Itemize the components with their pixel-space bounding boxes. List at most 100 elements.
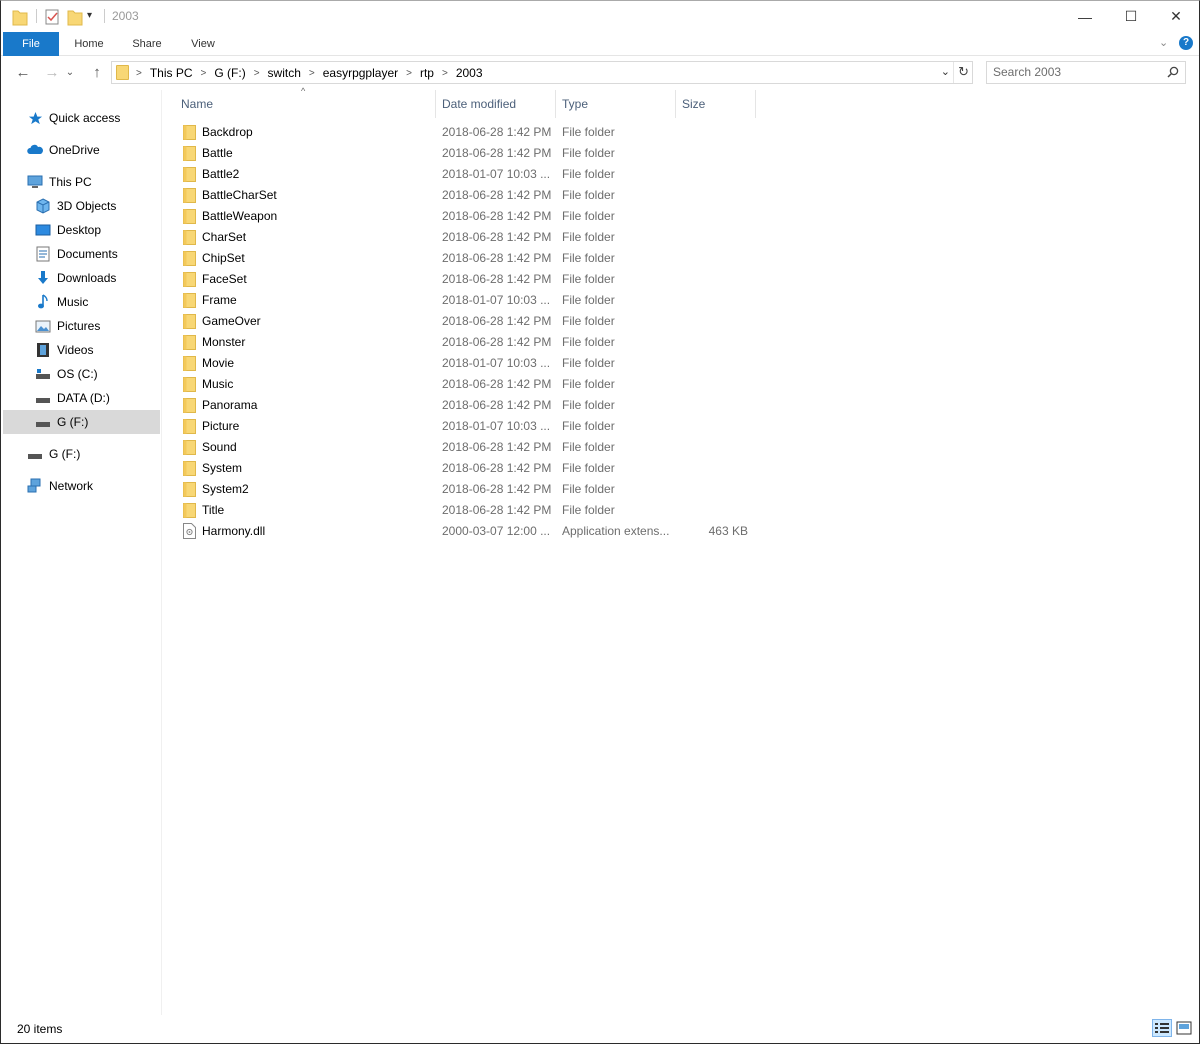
file-row[interactable]: Title 2018-06-28 1:42 PM File folder	[177, 500, 757, 521]
status-bar: 20 items	[1, 1015, 1199, 1043]
column-header-name[interactable]: Name	[175, 90, 436, 118]
new-folder-icon[interactable]	[67, 8, 83, 26]
breadcrumb-separator[interactable]: >	[406, 68, 412, 79]
file-row[interactable]: BattleWeapon 2018-06-28 1:42 PM File folde…	[177, 206, 757, 227]
file-row[interactable]: Sound 2018-06-28 1:42 PM File folder	[177, 437, 757, 458]
tab-home[interactable]: Home	[63, 32, 115, 56]
breadcrumb-separator[interactable]: >	[254, 68, 260, 79]
file-row[interactable]: Battle 2018-06-28 1:42 PM File folder	[177, 143, 757, 164]
tab-view[interactable]: View	[179, 32, 227, 56]
breadcrumb-separator[interactable]: >	[309, 68, 315, 79]
minimize-button[interactable]: —	[1062, 1, 1108, 32]
sidebar-item-downloads[interactable]: Downloads	[3, 266, 160, 290]
sidebar-item-onedrive[interactable]: OneDrive	[3, 138, 160, 162]
address-bar[interactable]: > This PC > G (F:) > switch > easyrpgpla…	[111, 61, 973, 84]
details-view-button[interactable]	[1152, 1019, 1172, 1037]
file-row[interactable]: ChipSet 2018-06-28 1:42 PM File folder	[177, 248, 757, 269]
breadcrumb-easyrpgplayer[interactable]: easyrpgplayer	[323, 66, 398, 80]
sidebar-item-documents[interactable]: Documents	[3, 242, 160, 266]
breadcrumb-switch[interactable]: switch	[268, 66, 301, 80]
breadcrumb-separator[interactable]: >	[442, 68, 448, 79]
address-dropdown-icon[interactable]: ⌄	[941, 65, 950, 78]
recent-locations-button[interactable]: ⌄	[63, 63, 77, 83]
file-row[interactable]: FaceSet 2018-06-28 1:42 PM File folder	[177, 269, 757, 290]
customize-toolbar-icon[interactable]: ▾	[87, 10, 92, 28]
sidebar-item-data-d[interactable]: DATA (D:)	[3, 386, 160, 410]
sidebar-item-network[interactable]: Network	[3, 474, 160, 498]
folder-icon	[183, 209, 196, 224]
maximize-button[interactable]: ☐	[1108, 1, 1154, 32]
file-name: Battle2	[202, 167, 240, 181]
folder-icon	[183, 377, 196, 392]
file-row[interactable]: CharSet 2018-06-28 1:42 PM File folder	[177, 227, 757, 248]
sidebar-item-os-c[interactable]: OS (C:)	[3, 362, 160, 386]
breadcrumb-g-drive[interactable]: G (F:)	[214, 66, 245, 80]
file-row[interactable]: Picture 2018-01-07 10:03 ... File folder	[177, 416, 757, 437]
breadcrumb: > This PC > G (F:) > switch > easyrpgpla…	[136, 66, 483, 80]
breadcrumb-rtp[interactable]: rtp	[420, 66, 434, 80]
file-row[interactable]: Monster 2018-06-28 1:42 PM File folder	[177, 332, 757, 353]
close-button[interactable]: ✕	[1153, 1, 1199, 32]
file-row[interactable]: Harmony.dll 2000-03-07 12:00 ... Applicati…	[177, 521, 757, 542]
column-header-date-modified[interactable]: Date modified	[436, 90, 556, 118]
file-type: File folder	[562, 461, 615, 475]
column-header-type[interactable]: Type	[556, 90, 676, 118]
large-icons-view-button[interactable]	[1174, 1019, 1194, 1037]
file-row[interactable]: Battle2 2018-01-07 10:03 ... File folder	[177, 164, 757, 185]
file-date-modified: 2018-01-07 10:03 ...	[442, 419, 551, 433]
navigation-pane: Quick access OneDrive This PC 3D Objects…	[1, 90, 162, 1015]
refresh-icon[interactable]: ↻	[958, 64, 969, 80]
sidebar-item-3d-objects[interactable]: 3D Objects	[3, 194, 160, 218]
file-type: File folder	[562, 272, 615, 286]
sidebar-item-label: Downloads	[57, 271, 117, 285]
sidebar-item-label: This PC	[49, 175, 92, 189]
search-icon[interactable]	[1167, 66, 1179, 78]
file-row[interactable]: BattleCharSet 2018-06-28 1:42 PM File fold…	[177, 185, 757, 206]
tab-file[interactable]: File	[3, 32, 59, 56]
properties-icon[interactable]	[44, 8, 60, 26]
network-icon	[27, 478, 43, 494]
help-icon[interactable]: ?	[1179, 36, 1193, 50]
sidebar-item-g-drive[interactable]: G (F:)	[3, 410, 160, 434]
sidebar-item-this-pc[interactable]: This PC	[3, 170, 160, 194]
file-row[interactable]: Panorama 2018-06-28 1:42 PM File folder	[177, 395, 757, 416]
forward-button[interactable]: →	[41, 63, 63, 83]
column-header-size[interactable]: Size	[676, 90, 756, 118]
breadcrumb-separator[interactable]: >	[136, 68, 142, 79]
folder-icon	[183, 503, 196, 518]
breadcrumb-separator[interactable]: >	[201, 68, 207, 79]
file-row[interactable]: Movie 2018-01-07 10:03 ... File folder	[177, 353, 757, 374]
file-size: 463 KB	[708, 524, 748, 538]
search-box[interactable]	[986, 61, 1186, 84]
file-name: Picture	[202, 419, 240, 433]
folder-icon	[183, 461, 196, 476]
breadcrumb-this-pc[interactable]: This PC	[150, 66, 193, 80]
sidebar-item-videos[interactable]: Videos	[3, 338, 160, 362]
file-type: File folder	[562, 293, 615, 307]
file-row[interactable]: Backdrop 2018-06-28 1:42 PM File folder	[177, 122, 757, 143]
file-name: Monster	[202, 335, 246, 349]
sidebar-item-pictures[interactable]: Pictures	[3, 314, 160, 338]
sidebar-item-g-drive-root[interactable]: G (F:)	[3, 442, 160, 466]
file-row[interactable]: GameOver 2018-06-28 1:42 PM File folder	[177, 311, 757, 332]
back-button[interactable]: ←	[12, 63, 34, 83]
sidebar-item-desktop[interactable]: Desktop	[3, 218, 160, 242]
file-row[interactable]: Music 2018-06-28 1:42 PM File folder	[177, 374, 757, 395]
folder-icon	[183, 251, 196, 266]
expand-ribbon-icon[interactable]: ⌄	[1159, 36, 1168, 49]
sidebar-item-quick-access[interactable]: Quick access	[3, 106, 160, 130]
file-date-modified: 2000-03-07 12:00 ...	[442, 524, 551, 538]
search-input[interactable]	[993, 65, 1163, 79]
file-row[interactable]: Frame 2018-01-07 10:03 ... File folder	[177, 290, 757, 311]
up-button[interactable]: ↑	[86, 63, 108, 83]
breadcrumb-2003[interactable]: 2003	[456, 66, 483, 80]
file-name: Battle	[202, 146, 233, 160]
tab-share[interactable]: Share	[121, 32, 173, 56]
picture-icon	[35, 318, 51, 334]
file-row[interactable]: System 2018-06-28 1:42 PM File folder	[177, 458, 757, 479]
file-date-modified: 2018-06-28 1:42 PM	[442, 335, 552, 349]
sidebar-item-label: 3D Objects	[57, 199, 117, 213]
sidebar-item-music[interactable]: Music	[3, 290, 160, 314]
file-date-modified: 2018-06-28 1:42 PM	[442, 482, 552, 496]
file-row[interactable]: System2 2018-06-28 1:42 PM File folder	[177, 479, 757, 500]
